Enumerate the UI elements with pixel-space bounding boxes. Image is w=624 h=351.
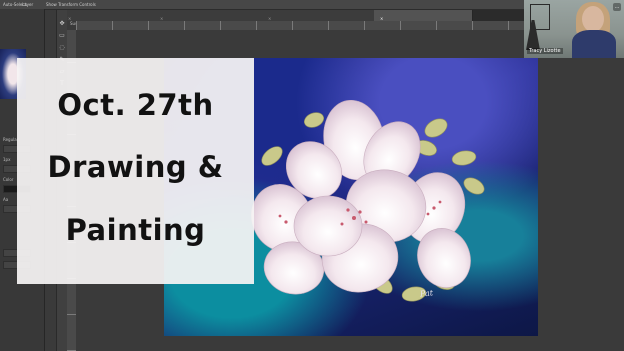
document-tabbar: × Susanna.jpeg @ 152% (RGB/8*) × Dog.jpe… xyxy=(62,10,524,26)
tab-susanna[interactable]: × Susanna.jpeg @ 152% (RGB/8*) xyxy=(62,10,155,26)
tab-dog[interactable]: × Dog.jpeg @ 525% (Layer 1, RGB/8*) xyxy=(154,10,263,26)
title-date: Oct. 27th xyxy=(57,88,214,122)
layer-select[interactable]: Layer xyxy=(22,0,33,9)
participant-name: Tracy Lizotte xyxy=(527,48,563,54)
size-label: 1px xyxy=(3,157,11,162)
move-icon[interactable]: ✥ xyxy=(58,20,66,27)
show-transform-controls-checkbox[interactable]: Show Transform Controls xyxy=(46,0,96,9)
horizontal-ruler xyxy=(76,21,524,30)
antialias-label: Aa xyxy=(3,197,9,202)
tab-pat-flower[interactable]: × Pat Flower.jpeg @ 134% (RGB/8*) xyxy=(374,10,473,26)
color-label: Color xyxy=(3,177,14,182)
more-options-icon[interactable]: … xyxy=(613,3,621,11)
title-topic-1: Drawing & xyxy=(47,150,224,184)
artist-signature: Pat xyxy=(419,288,434,299)
marquee-icon[interactable]: ▭ xyxy=(58,32,66,39)
tab-dog-ref[interactable]: × Dog Ref.jpeg @ 333% (Layer 1, RGB/8*) xyxy=(262,10,375,26)
title-topic-2: Painting xyxy=(65,213,206,247)
title-card: Oct. 27th Drawing & Painting xyxy=(17,58,254,284)
presenter-body xyxy=(572,30,616,58)
presenter-face xyxy=(582,6,604,32)
lasso-icon[interactable]: ◌ xyxy=(58,44,66,51)
webcam-feed: Tracy Lizotte … xyxy=(524,0,624,58)
